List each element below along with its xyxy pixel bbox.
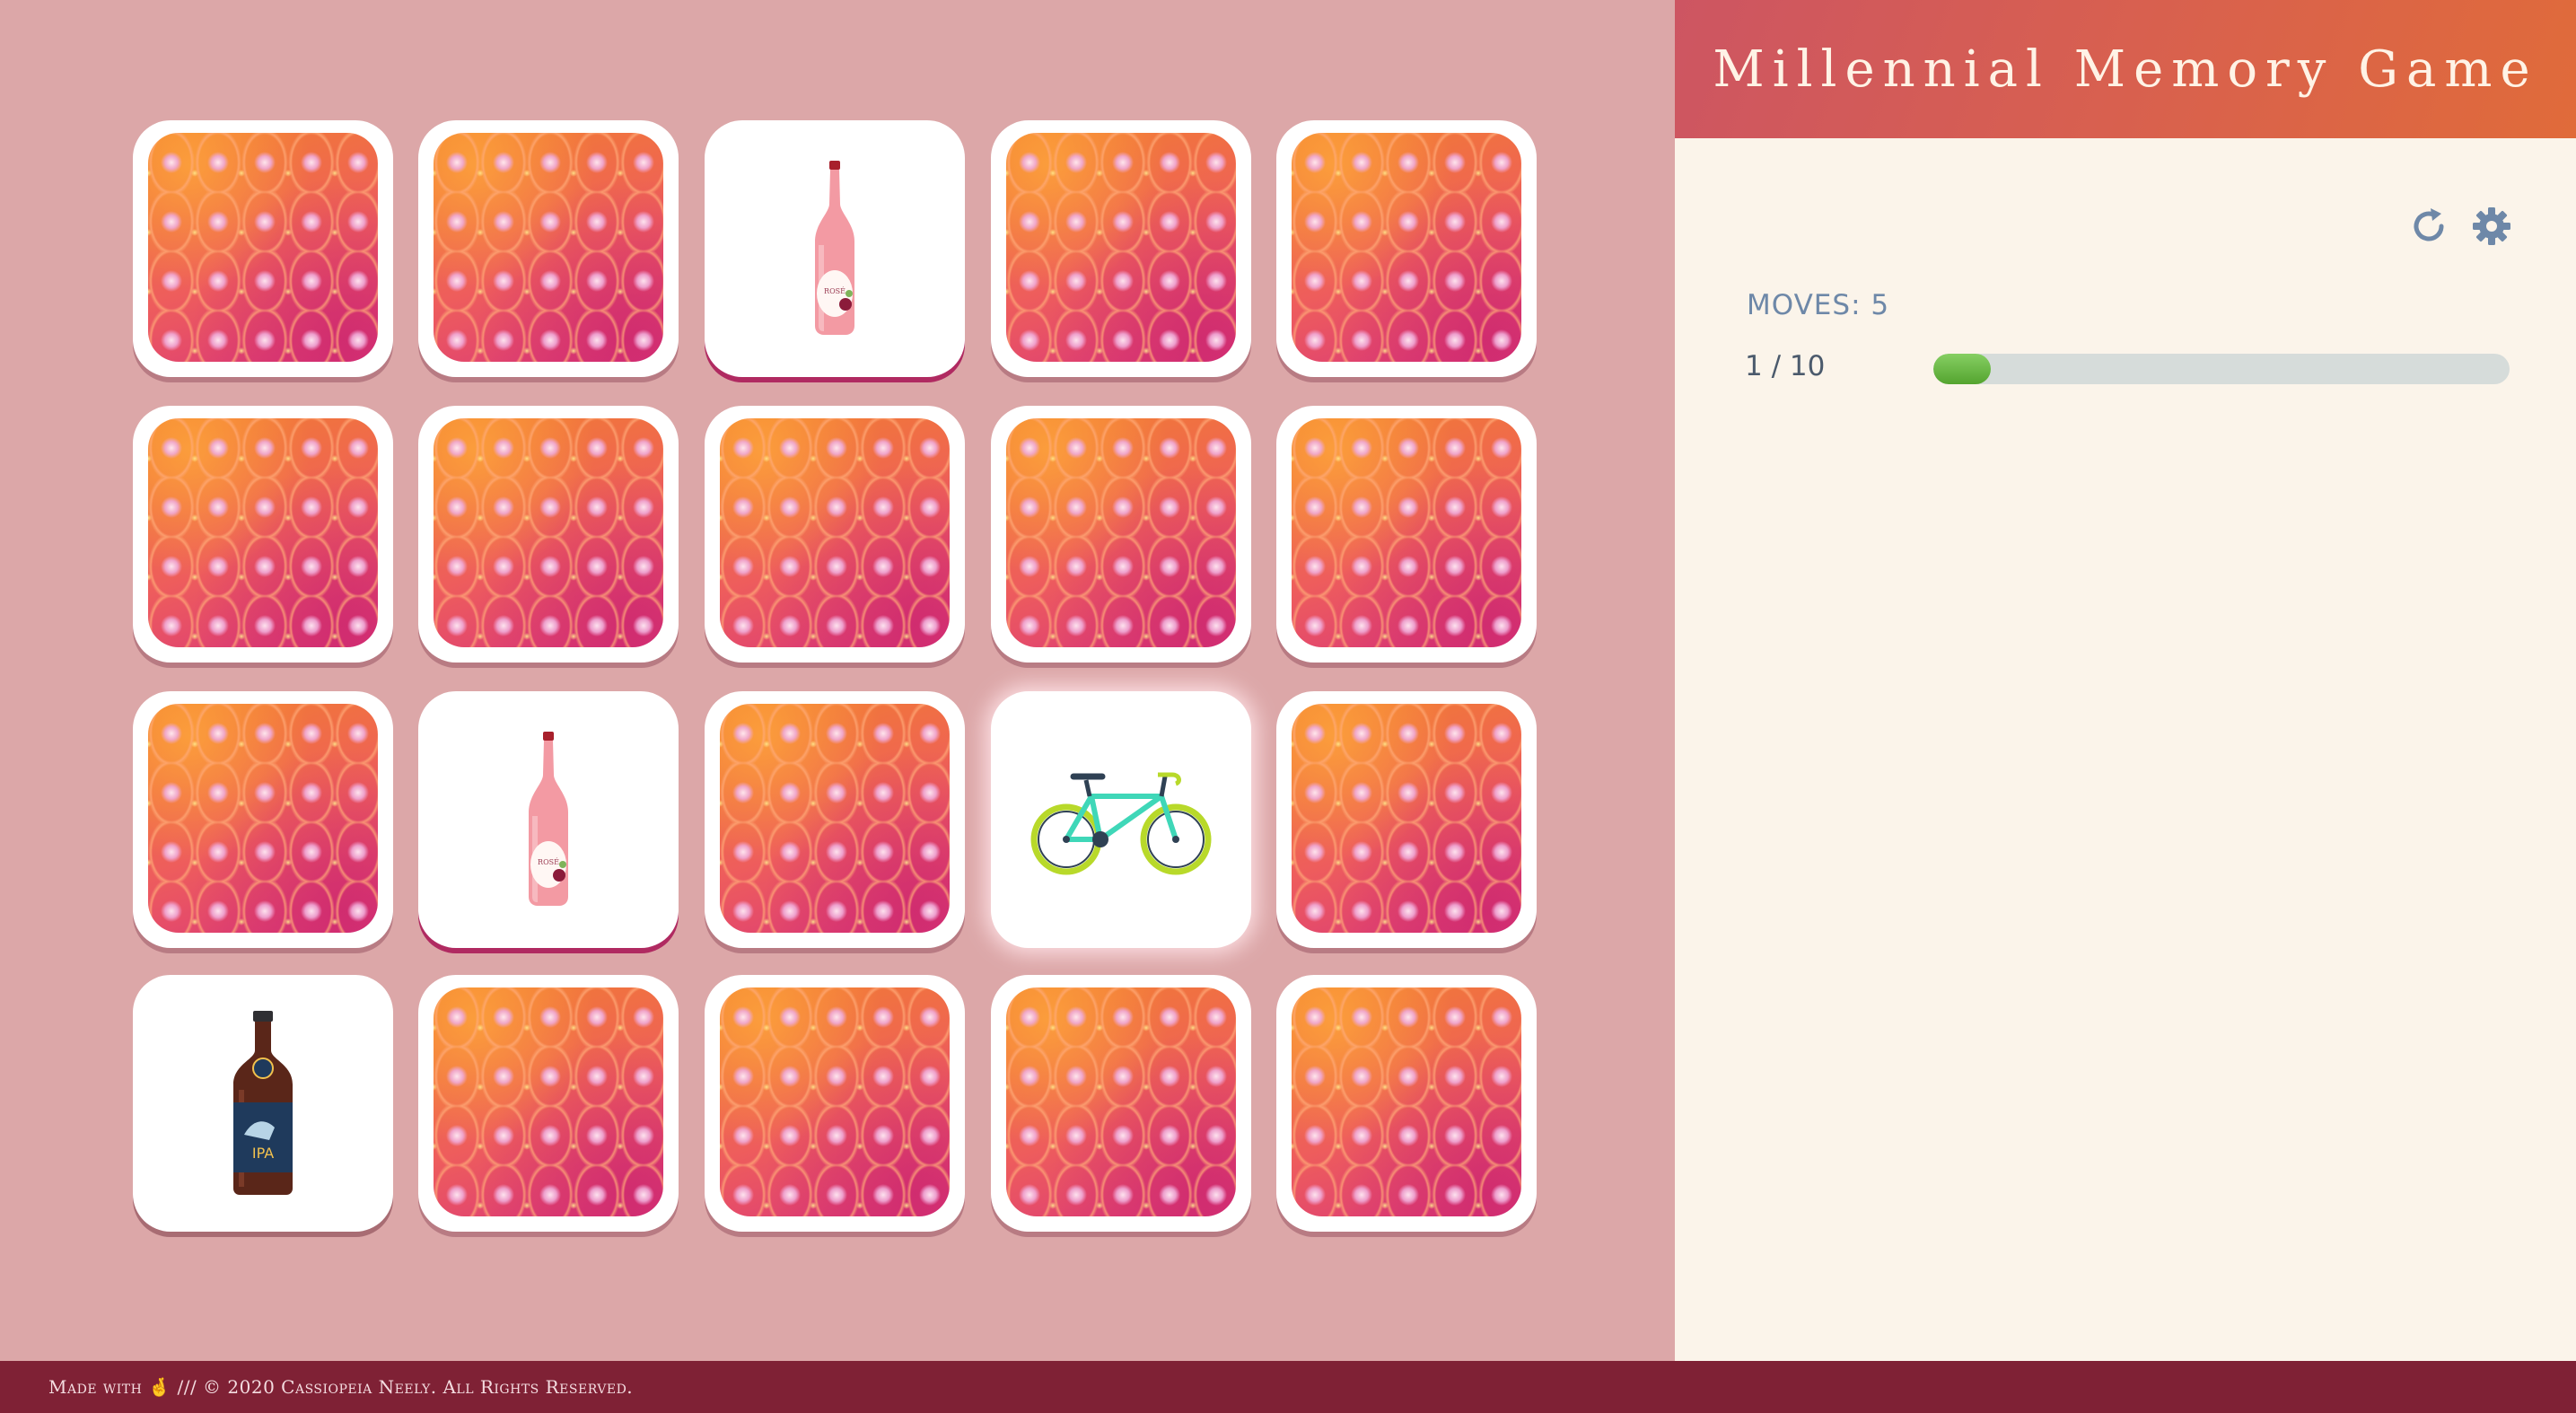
card-back-pattern [1292, 987, 1521, 1216]
restart-button[interactable] [2407, 205, 2450, 248]
card-back-pattern [1006, 133, 1236, 362]
memory-card-selected[interactable] [991, 691, 1251, 948]
settings-button[interactable] [2470, 205, 2513, 248]
memory-card-revealed[interactable]: ROSÉ [418, 691, 679, 948]
card-back-pattern [148, 133, 378, 362]
svg-text:ROSÉ: ROSÉ [538, 858, 559, 866]
game-board: ROSÉ ROSÉ IPA [0, 0, 1675, 1361]
memory-card-hidden[interactable] [1276, 975, 1537, 1232]
side-panel: Millennial Memory Game MOVES: 5 1 / 10 [1675, 0, 2576, 1361]
memory-card-hidden[interactable] [133, 691, 393, 948]
ipa-beer-bottle-icon: IPA [233, 1011, 293, 1195]
gear-icon [2473, 207, 2510, 245]
card-back-pattern [1292, 704, 1521, 933]
memory-card-hidden[interactable] [705, 691, 965, 948]
memory-card-hidden[interactable] [418, 975, 679, 1232]
title-banner: Millennial Memory Game [1675, 0, 2576, 138]
pairs-matched-counter: 1 / 10 [1745, 350, 1826, 382]
card-back-pattern [720, 704, 950, 933]
card-back-pattern [1006, 418, 1236, 647]
card-back-pattern [1292, 418, 1521, 647]
card-back-pattern [148, 704, 378, 933]
memory-card-hidden[interactable] [991, 120, 1251, 377]
memory-card-hidden[interactable] [133, 120, 393, 377]
rose-wine-bottle-icon: ROSÉ [815, 161, 854, 335]
svg-text:ROSÉ: ROSÉ [824, 287, 846, 295]
card-back-pattern [720, 418, 950, 647]
memory-card-hidden[interactable] [991, 975, 1251, 1232]
card-back-pattern [720, 987, 950, 1216]
restart-icon [2414, 208, 2444, 241]
memory-card-hidden[interactable] [418, 406, 679, 663]
rose-wine-bottle-icon: ROSÉ [529, 732, 568, 906]
footer: Made with 🤞 /// © 2020 Cassiopeia Neely.… [0, 1361, 2576, 1413]
match-progress-fill [1933, 354, 1992, 384]
card-back-pattern [434, 987, 663, 1216]
memory-card-hidden[interactable] [1276, 691, 1537, 948]
match-progress-bar [1933, 354, 2510, 384]
card-back-pattern [148, 418, 378, 647]
memory-card-hidden[interactable] [1276, 406, 1537, 663]
card-back-pattern [1292, 133, 1521, 362]
card-back-pattern [1006, 987, 1236, 1216]
card-back-pattern [434, 133, 663, 362]
memory-card-revealed[interactable]: IPA [133, 975, 393, 1232]
memory-card-hidden[interactable] [705, 406, 965, 663]
memory-card-hidden[interactable] [418, 120, 679, 377]
app-title: Millennial Memory Game [1713, 39, 2538, 99]
moves-counter: MOVES: 5 [1747, 289, 1890, 321]
svg-text:IPA: IPA [252, 1145, 274, 1162]
memory-card-hidden[interactable] [991, 406, 1251, 663]
memory-card-revealed[interactable]: ROSÉ [705, 120, 965, 377]
card-back-pattern [434, 418, 663, 647]
footer-credit-text: Made with 🤞 /// © 2020 Cassiopeia Neely.… [48, 1376, 634, 1398]
bicycle-icon [1030, 772, 1212, 875]
memory-card-hidden[interactable] [133, 406, 393, 663]
memory-card-hidden[interactable] [705, 975, 965, 1232]
memory-card-hidden[interactable] [1276, 120, 1537, 377]
